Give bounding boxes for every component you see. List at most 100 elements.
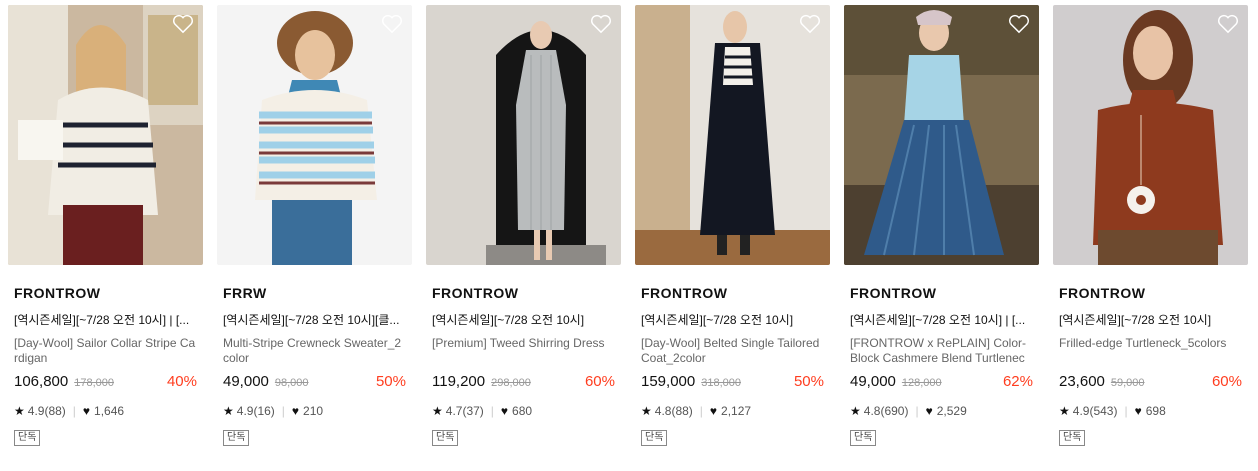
product-image[interactable] <box>8 5 203 265</box>
original-price: 298,000 <box>491 377 531 389</box>
discount-rate: 60% <box>584 373 615 390</box>
wishlist-heart-icon[interactable] <box>172 14 194 34</box>
product-name[interactable]: Multi-Stripe Crewneck Sweater_2color <box>223 336 406 366</box>
brand-name[interactable]: FRONTROW <box>14 285 197 301</box>
promo-text[interactable]: [역시즌세일][~7/28 오전 10시] | [... <box>14 311 197 328</box>
meta-divider: | <box>490 404 494 418</box>
heart-icon: ♥ <box>291 404 300 418</box>
brand-name[interactable]: FRRW <box>223 285 406 301</box>
price-row: 49,000 98,000 50% <box>223 373 406 390</box>
product-card[interactable]: FRONTROW [역시즌세일][~7/28 오전 10시] [Premium]… <box>426 5 621 446</box>
price-row: 106,800 178,000 40% <box>14 373 197 390</box>
product-name[interactable]: [Day-Wool] Belted Single Tailored Coat_2… <box>641 336 824 366</box>
promo-text[interactable]: [역시즌세일][~7/28 오전 10시] <box>1059 311 1242 328</box>
product-image[interactable] <box>844 5 1039 265</box>
sale-price: 23,600 <box>1059 373 1105 390</box>
product-photo <box>844 5 1039 265</box>
product-meta: ★ 4.9(88) | ♥ 1,646 <box>14 404 197 418</box>
star-icon: ★ <box>223 404 234 418</box>
product-card[interactable]: FRRW [역시즌세일][~7/28 오전 10시][클... Multi-St… <box>217 5 412 446</box>
product-photo <box>1053 5 1248 265</box>
price-row: 23,600 59,000 60% <box>1059 373 1242 390</box>
product-photo <box>217 5 412 265</box>
product-meta: ★ 4.7(37) | ♥ 680 <box>432 404 615 418</box>
product-image[interactable] <box>426 5 621 265</box>
product-image[interactable] <box>635 5 830 265</box>
exclusive-badge: 단독 <box>14 430 41 446</box>
price-row: 159,000 318,000 50% <box>641 373 824 390</box>
brand-name[interactable]: FRONTROW <box>641 285 824 301</box>
wishlist-heart-icon[interactable] <box>799 14 821 34</box>
sale-price: 106,800 <box>14 373 69 390</box>
original-price: 318,000 <box>701 377 741 389</box>
product-name[interactable]: [Premium] Tweed Shirring Dress <box>432 336 615 366</box>
product-meta: ★ 4.9(16) | ♥ 210 <box>223 404 406 418</box>
original-price: 128,000 <box>901 377 942 389</box>
rating-text: 4.9(88) <box>27 404 66 418</box>
brand-name[interactable]: FRONTROW <box>850 285 1033 301</box>
original-price: 178,000 <box>74 377 114 389</box>
price-row: 119,200 298,000 60% <box>432 373 615 390</box>
original-price: 98,000 <box>274 377 309 389</box>
wishlist-heart-icon[interactable] <box>590 14 612 34</box>
product-name[interactable]: [FRONTROW x RePLAIN] Color-Block Cashmer… <box>850 336 1033 366</box>
product-grid: FRONTROW [역시즌세일][~7/28 오전 10시] | [... [D… <box>8 5 1248 446</box>
likes-count: 680 <box>512 404 533 418</box>
wishlist-heart-icon[interactable] <box>1217 14 1239 34</box>
likes-count: 2,127 <box>721 404 752 418</box>
brand-name[interactable]: FRONTROW <box>432 285 615 301</box>
star-icon: ★ <box>432 404 443 418</box>
exclusive-badge: 단독 <box>850 430 877 446</box>
rating-text: 4.9(16) <box>236 404 275 418</box>
exclusive-badge: 단독 <box>432 430 459 446</box>
meta-divider: | <box>915 404 919 418</box>
price-row: 49,000 128,000 62% <box>850 373 1033 390</box>
star-icon: ★ <box>641 404 652 418</box>
wishlist-heart-icon[interactable] <box>381 14 403 34</box>
product-name[interactable]: [Day-Wool] Sailor Collar Stripe Cardigan <box>14 336 197 366</box>
rating-text: 4.7(37) <box>445 404 484 418</box>
product-meta: ★ 4.8(690) | ♥ 2,529 <box>850 404 1033 418</box>
exclusive-badge: 단독 <box>1059 430 1086 446</box>
star-icon: ★ <box>850 404 861 418</box>
product-meta: ★ 4.9(543) | ♥ 698 <box>1059 404 1242 418</box>
promo-text[interactable]: [역시즌세일][~7/28 오전 10시] | [... <box>850 311 1033 328</box>
sale-price: 159,000 <box>641 373 696 390</box>
brand-name[interactable]: FRONTROW <box>1059 285 1242 301</box>
heart-icon: ♥ <box>82 404 91 418</box>
heart-icon: ♥ <box>500 404 509 418</box>
promo-text[interactable]: [역시즌세일][~7/28 오전 10시] <box>641 311 824 328</box>
discount-rate: 50% <box>375 373 406 390</box>
heart-icon: ♥ <box>1134 404 1142 418</box>
sale-price: 49,000 <box>223 373 269 390</box>
product-card[interactable]: FRONTROW [역시즌세일][~7/28 오전 10시] | [... [D… <box>8 5 203 446</box>
discount-rate: 62% <box>1002 373 1033 390</box>
rating-text: 4.8(690) <box>863 404 909 418</box>
sale-price: 49,000 <box>850 373 896 390</box>
discount-rate: 60% <box>1211 373 1242 390</box>
product-photo <box>635 5 830 265</box>
product-card[interactable]: FRONTROW [역시즌세일][~7/28 오전 10시] | [... [F… <box>844 5 1039 446</box>
star-icon: ★ <box>1059 404 1070 418</box>
likes-count: 2,529 <box>936 404 967 418</box>
meta-divider: | <box>72 404 76 418</box>
product-image[interactable] <box>1053 5 1248 265</box>
product-card[interactable]: FRONTROW [역시즌세일][~7/28 오전 10시] [Day-Wool… <box>635 5 830 446</box>
product-name[interactable]: Frilled-edge Turtleneck_5colors <box>1059 336 1242 366</box>
promo-text[interactable]: [역시즌세일][~7/28 오전 10시] <box>432 311 615 328</box>
sale-price: 119,200 <box>432 373 486 390</box>
discount-rate: 40% <box>166 373 197 390</box>
meta-divider: | <box>699 404 703 418</box>
discount-rate: 50% <box>793 373 824 390</box>
meta-divider: | <box>1124 404 1128 418</box>
product-photo <box>426 5 621 265</box>
product-card[interactable]: FRONTROW [역시즌세일][~7/28 오전 10시] Frilled-e… <box>1053 5 1248 446</box>
wishlist-heart-icon[interactable] <box>1008 14 1030 34</box>
meta-divider: | <box>281 404 285 418</box>
heart-icon: ♥ <box>709 404 718 418</box>
product-image[interactable] <box>217 5 412 265</box>
promo-text[interactable]: [역시즌세일][~7/28 오전 10시][클... <box>223 311 406 328</box>
exclusive-badge: 단독 <box>641 430 668 446</box>
exclusive-badge: 단독 <box>223 430 250 446</box>
rating-text: 4.9(543) <box>1072 404 1118 418</box>
